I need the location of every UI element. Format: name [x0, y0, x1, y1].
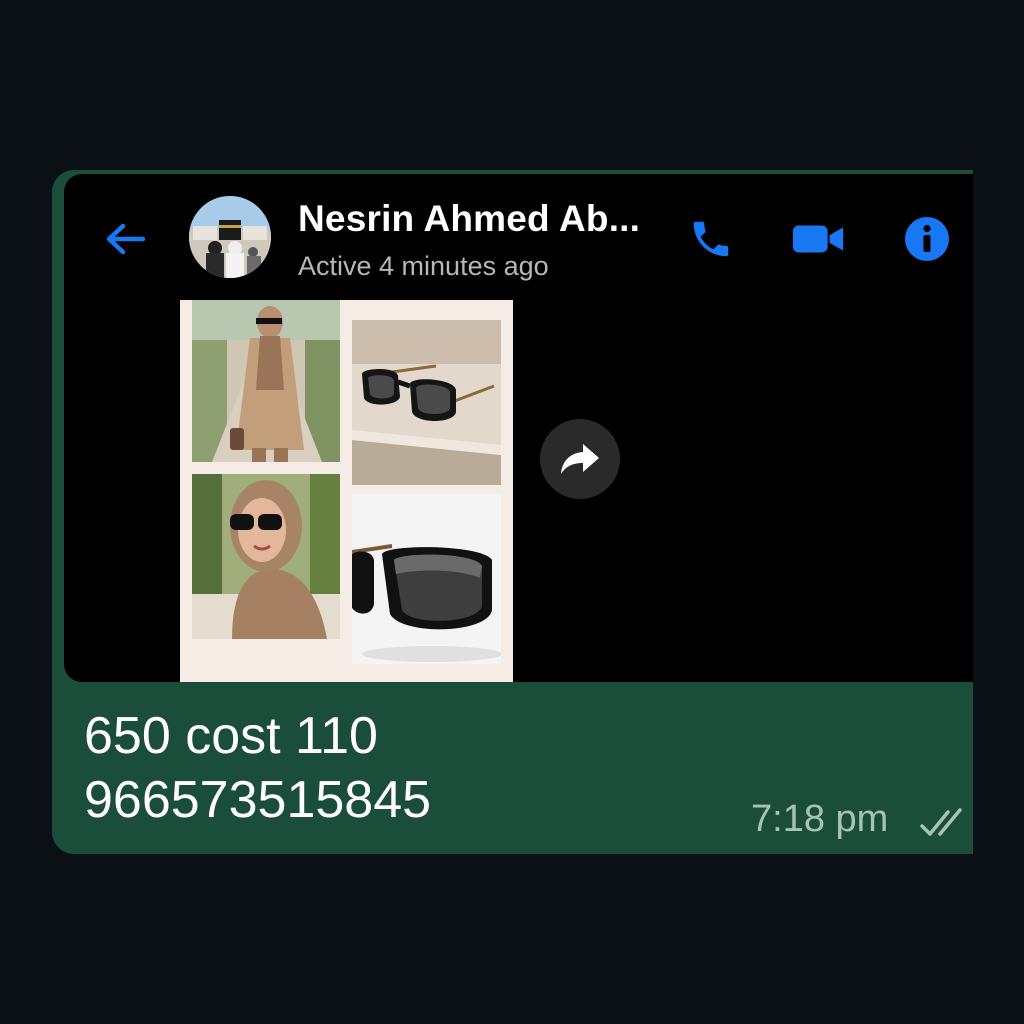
avatar-photo	[189, 196, 271, 278]
woman-in-trench-coat-photo	[192, 300, 340, 462]
info-button[interactable]	[900, 212, 954, 266]
contact-status: Active 4 minutes ago	[298, 251, 549, 281]
sunglasses-closeup-photo	[352, 494, 501, 664]
sunglasses-on-stone-photo	[352, 320, 501, 485]
woman-in-hijab-sunglasses-photo	[192, 474, 340, 639]
info-icon	[905, 217, 949, 261]
message-text-line-1: 650 cost 110	[84, 707, 378, 765]
voice-call-button[interactable]	[684, 212, 738, 266]
avatar[interactable]	[189, 196, 271, 278]
forward-button[interactable]	[540, 419, 620, 499]
contact-name[interactable]: Nesrin Ahmed Ab...	[298, 198, 640, 240]
chat-screen: Nesrin Ahmed Ab... Active 4 minutes ago	[0, 0, 1024, 1024]
video-camera-icon	[792, 225, 844, 253]
back-button[interactable]	[102, 216, 148, 262]
message-text-line-2[interactable]: 966573515845	[84, 770, 431, 830]
share-forward-icon	[561, 444, 599, 474]
double-check-icon	[920, 808, 962, 836]
message-timestamp: 7:18 pm	[751, 798, 889, 840]
video-call-button[interactable]	[791, 212, 845, 266]
arrow-left-icon	[106, 223, 146, 255]
shared-image[interactable]	[180, 300, 513, 682]
phone-icon	[693, 221, 729, 257]
